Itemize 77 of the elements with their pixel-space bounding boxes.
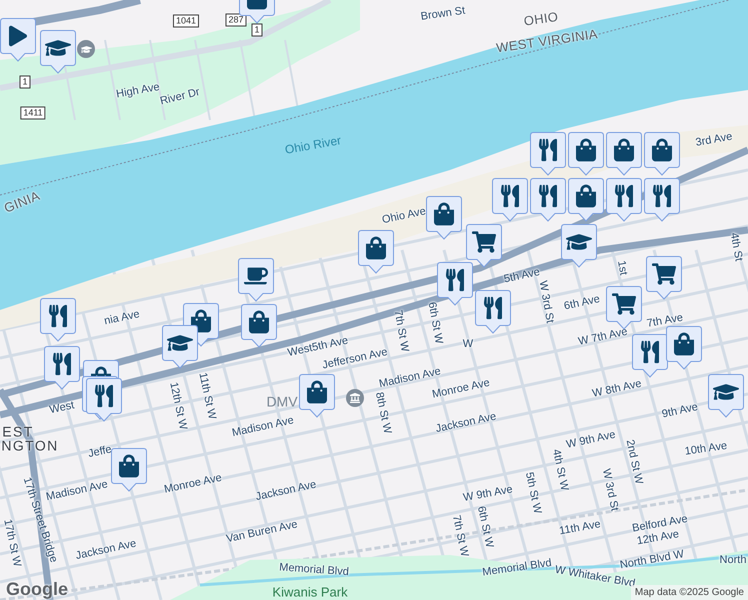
street-label: Van Buren Ave — [224, 517, 300, 548]
street-label: Madison Ave — [230, 413, 296, 442]
shopping-bag-icon — [576, 184, 596, 208]
route-shield: 1041 — [172, 14, 200, 28]
street-label: North Blvd W — [618, 547, 686, 574]
street-label: 7th Ave — [646, 310, 684, 332]
route-shield: 1 — [20, 76, 30, 88]
shopping-bag-icon — [674, 332, 694, 356]
street-label: North — [720, 552, 746, 568]
fork-knife-icon — [641, 340, 659, 364]
street-label: 17th St W — [0, 518, 24, 568]
street-label: 6th St W — [474, 504, 496, 550]
poi-label: DMV — [266, 392, 298, 412]
state-label: GINIA — [1, 186, 43, 218]
street-label: W 7th Ave — [576, 324, 630, 350]
street-label: 8th St W — [372, 390, 394, 436]
shopping-bag-icon — [652, 138, 672, 162]
street-label: 11th Ave — [558, 517, 602, 540]
street-label: 2nd St W — [622, 438, 646, 486]
fork-knife-icon — [53, 352, 71, 376]
street-label: Ohio Ave — [380, 204, 428, 228]
river-label: Ohio River — [284, 132, 342, 159]
street-label: 12th St W — [166, 380, 190, 432]
fork-knife-icon — [95, 384, 113, 408]
fork-knife-icon — [501, 184, 519, 208]
fork-knife-icon — [446, 268, 464, 292]
street-label: 5th St W — [522, 470, 544, 516]
shopping-cart-icon — [652, 262, 676, 286]
street-label: 4th St — [726, 231, 746, 263]
street-label: High Ave — [114, 80, 161, 100]
street-label: West — [48, 398, 76, 418]
fork-knife-icon — [539, 138, 557, 162]
fork-knife-icon — [49, 304, 67, 328]
street-label: 1st — [614, 259, 630, 277]
fork-knife-icon — [484, 296, 502, 320]
street-label: Madison Ave — [45, 477, 110, 504]
shopping-bag-icon — [366, 236, 386, 260]
shopping-cart-icon — [612, 292, 636, 316]
park-label: Kiwanis Park — [272, 583, 348, 600]
shopping-bag-icon — [434, 202, 454, 226]
shopping-bag-icon — [614, 138, 634, 162]
street-label: Jackson Ave — [434, 409, 498, 438]
attribution-text: Map data ©2025 Google — [630, 585, 748, 600]
street-label: Memorial Blvd — [278, 560, 350, 580]
shopping-bag-icon — [576, 138, 596, 162]
street-label: 3rd Ave — [694, 130, 734, 151]
shopping-bag-icon — [307, 380, 327, 404]
fork-knife-icon — [539, 184, 557, 208]
shopping-cart-icon — [472, 230, 496, 254]
street-label: Jackson Ave — [254, 477, 318, 506]
street-label: W 9th Ave — [462, 482, 514, 506]
street-label: W 3rd St — [598, 467, 622, 513]
street-label: Brown St — [420, 4, 466, 25]
street-label: 10th Ave — [684, 438, 728, 460]
street-label: Jeffe — [86, 442, 114, 462]
fork-knife-icon — [615, 184, 633, 208]
street-label: W — [462, 336, 474, 352]
street-label: W 8th Ave — [590, 376, 644, 402]
route-shield: 287 — [225, 14, 247, 26]
street-label: Memorial Blvd — [481, 556, 553, 581]
street-label: 7th St W — [390, 308, 412, 354]
fork-knife-icon — [653, 184, 671, 208]
route-shield: 1 — [252, 24, 262, 36]
route-shield: 1411 — [20, 106, 46, 120]
shopping-bag-icon — [249, 310, 269, 334]
street-label: Jackson Ave — [74, 536, 138, 564]
street-label: 9th Ave — [660, 400, 700, 422]
street-label: nia Ave — [102, 307, 142, 330]
street-label: 7th St W — [449, 514, 472, 558]
street-label: River Dr — [158, 86, 202, 110]
street-label: 6th Ave — [562, 292, 602, 314]
street-label: Monroe Ave — [162, 470, 224, 498]
street-label: 6th St W — [424, 300, 446, 346]
street-label: Monroe Ave — [431, 376, 492, 403]
street-label: 11th St W — [195, 371, 220, 421]
shopping-bag-icon — [119, 454, 139, 478]
play-arrow-icon — [9, 24, 27, 48]
